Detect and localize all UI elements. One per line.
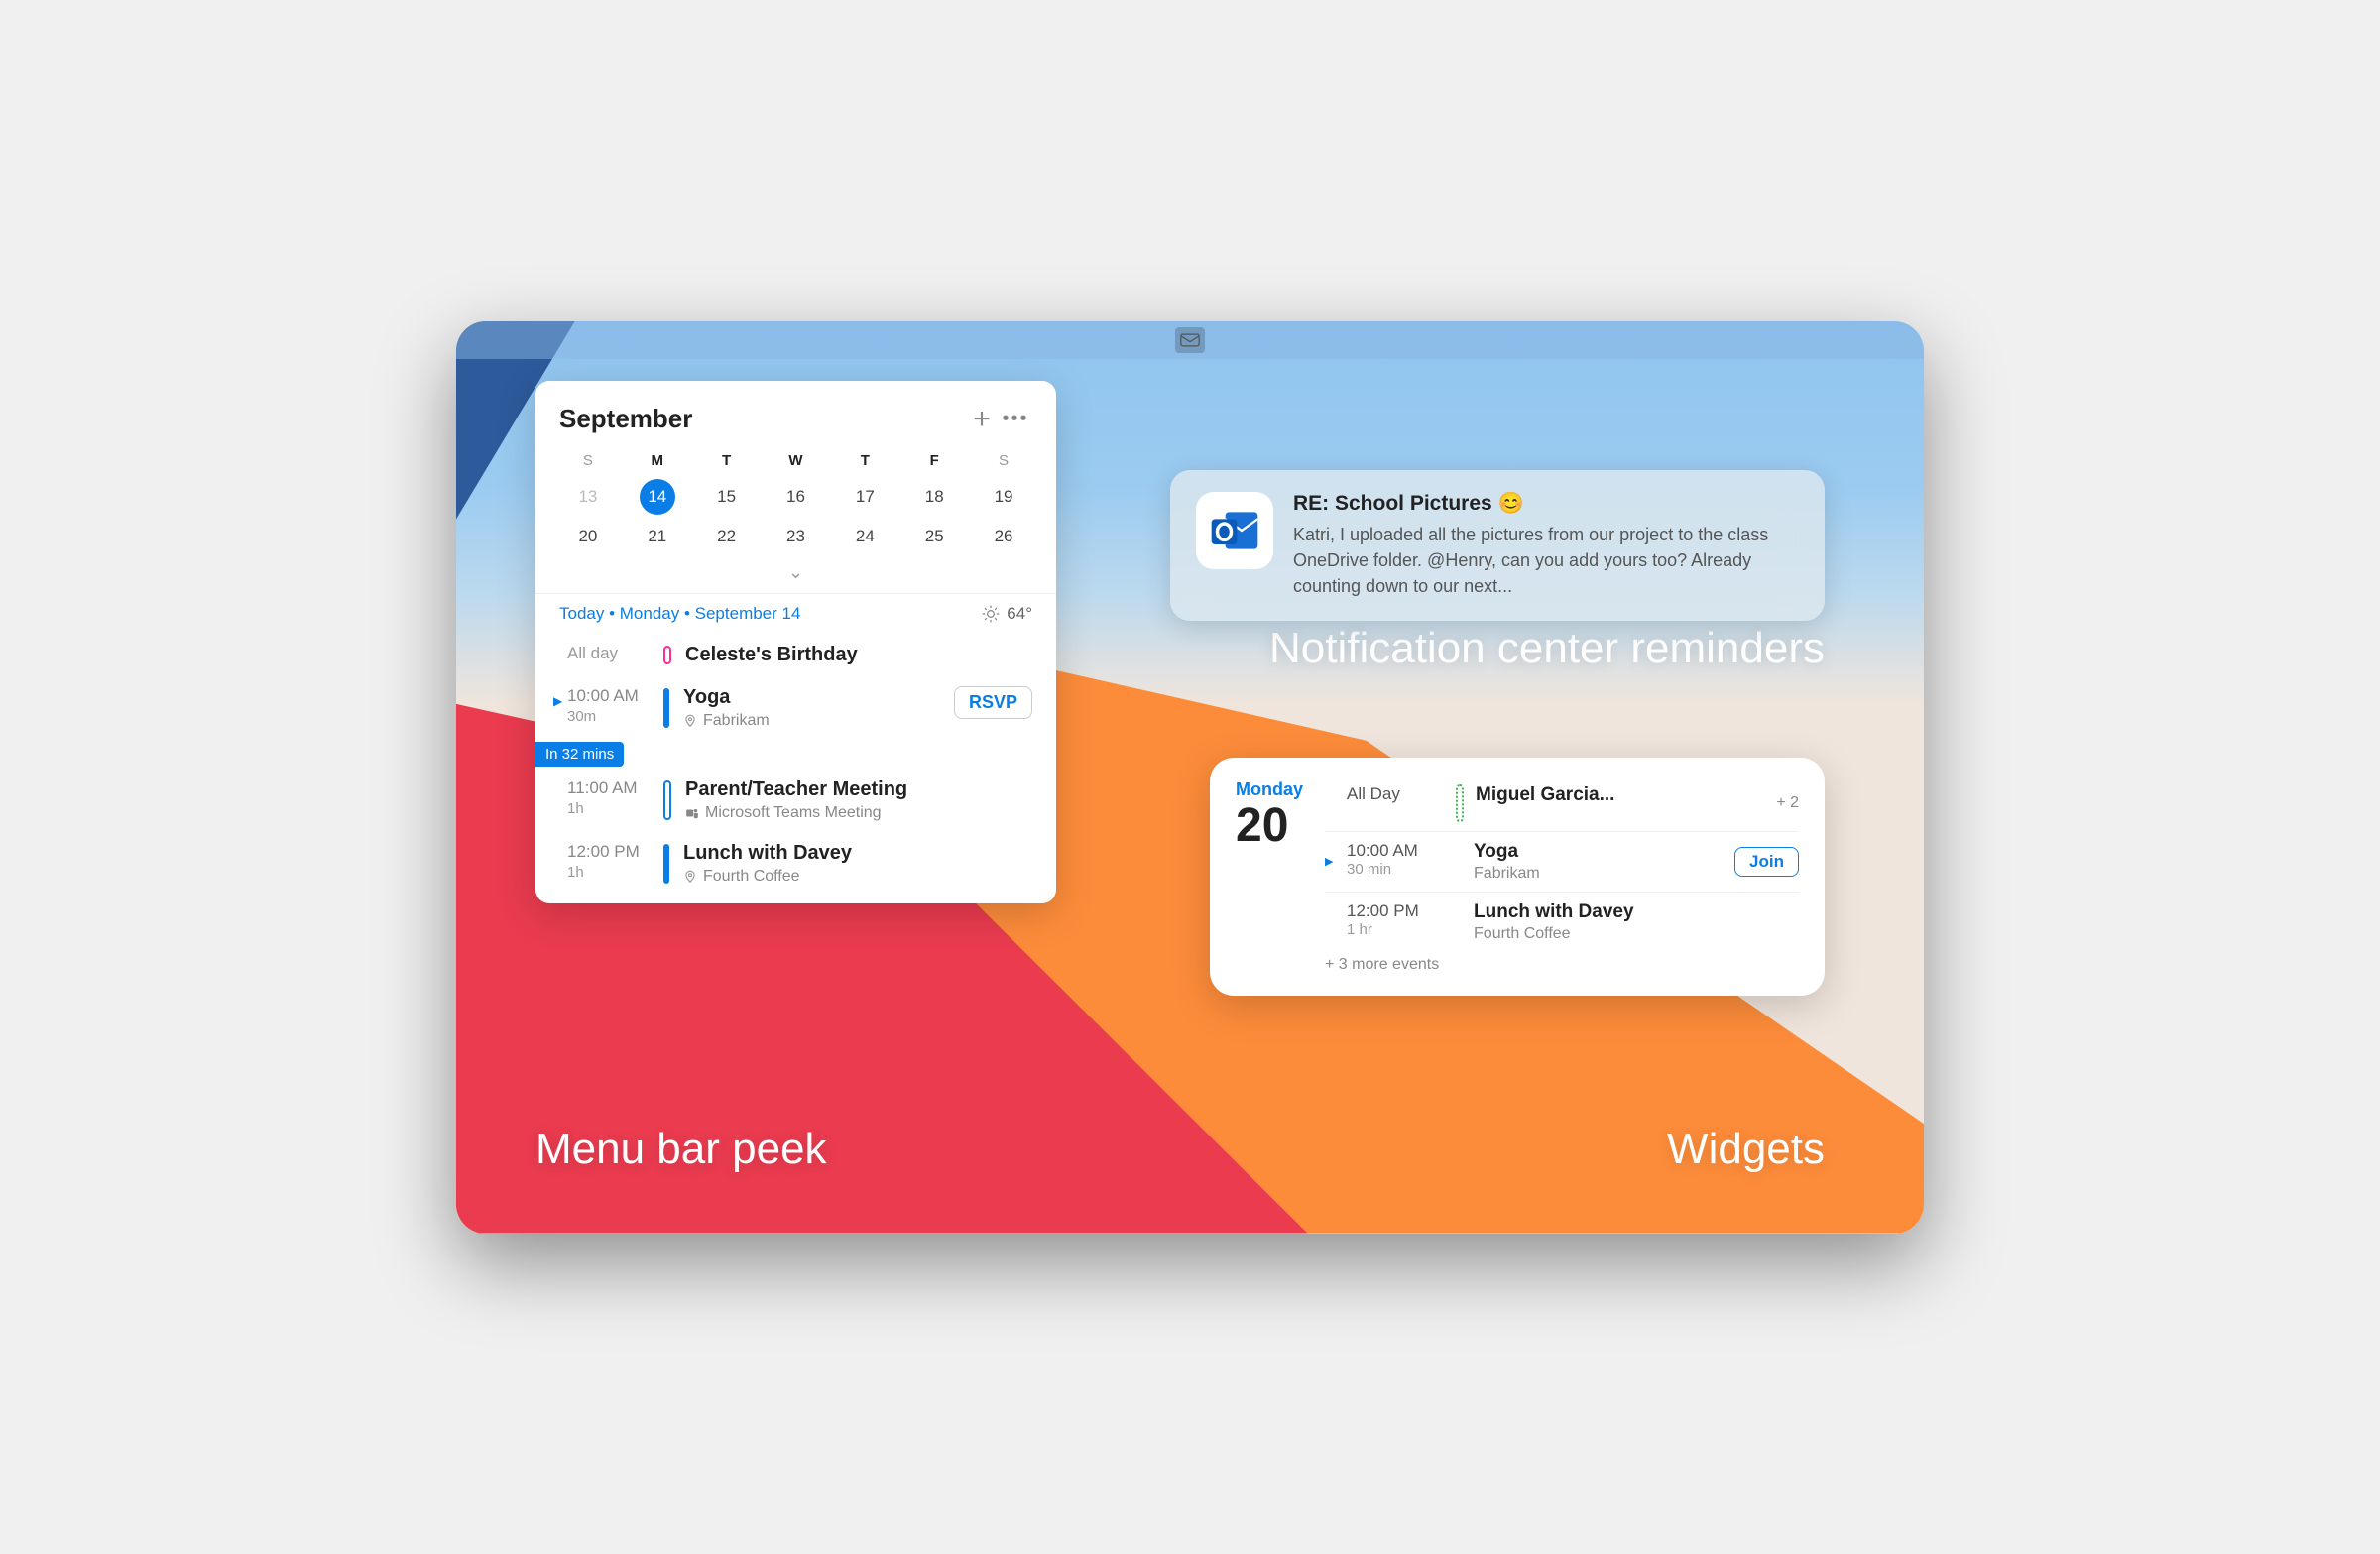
calendar-date[interactable]: 15 bbox=[692, 477, 762, 517]
calendar-date[interactable]: 13 bbox=[553, 477, 623, 517]
peek-month-title: September bbox=[559, 404, 965, 434]
notification-card[interactable]: RE: School Pictures 😊 Katri, I uploaded … bbox=[1170, 470, 1825, 621]
join-button[interactable]: Join bbox=[1734, 847, 1799, 877]
more-count: + 2 bbox=[1776, 794, 1799, 812]
calendar-date[interactable]: 19 bbox=[969, 477, 1038, 517]
more-options-button[interactable]: ••• bbox=[999, 403, 1032, 436]
outlook-app-icon bbox=[1196, 492, 1273, 569]
calendar-date[interactable]: 22 bbox=[692, 517, 762, 556]
calendar-date[interactable]: 17 bbox=[830, 477, 899, 517]
widget-event-row[interactable]: All DayMiguel Garcia...+ 2 bbox=[1325, 779, 1799, 827]
dow-label: S bbox=[969, 444, 1038, 477]
dow-label: T bbox=[692, 444, 762, 477]
calendar-date[interactable]: 16 bbox=[762, 477, 831, 517]
dow-label: S bbox=[553, 444, 623, 477]
caption-notification-center: Notification center reminders bbox=[1269, 624, 1825, 673]
calendar-date[interactable]: 14 bbox=[623, 477, 692, 517]
calendar-widget[interactable]: Monday 20 All DayMiguel Garcia...+ 2 ▶10:… bbox=[1210, 758, 1825, 996]
dow-label: W bbox=[762, 444, 831, 477]
desktop-frame: Menu bar peek Notification center remind… bbox=[456, 321, 1924, 1234]
weather-display[interactable]: 64° bbox=[981, 604, 1032, 624]
dow-label: F bbox=[899, 444, 969, 477]
outlook-menubar-icon[interactable] bbox=[1175, 327, 1205, 353]
notification-body: Katri, I uploaded all the pictures from … bbox=[1293, 522, 1799, 599]
widget-event-row[interactable]: ▶10:00 AM30 minYogaFabrikamJoin bbox=[1325, 836, 1799, 888]
dow-label: M bbox=[623, 444, 692, 477]
dow-label: T bbox=[830, 444, 899, 477]
caption-menubar-peek: Menu bar peek bbox=[536, 1125, 827, 1174]
today-date-label: Today • Monday • September 14 bbox=[559, 604, 981, 624]
calendar-date[interactable]: 25 bbox=[899, 517, 969, 556]
event-row[interactable]: 11:00 AM1hParent/Teacher MeetingMicrosof… bbox=[536, 769, 1056, 832]
rsvp-button[interactable]: RSVP bbox=[954, 686, 1032, 719]
event-row[interactable]: ▶10:00 AM30mYogaFabrikamRSVP bbox=[536, 676, 1056, 740]
event-row[interactable]: All dayCeleste's Birthday bbox=[536, 634, 1056, 676]
add-event-button[interactable]: + bbox=[965, 403, 999, 436]
caption-widgets: Widgets bbox=[1667, 1125, 1825, 1174]
time-until-badge: In 32 mins bbox=[536, 742, 624, 767]
widget-more-events[interactable]: + 3 more events bbox=[1325, 948, 1799, 974]
expand-calendar-icon[interactable]: ⌄ bbox=[553, 556, 1038, 593]
event-row[interactable]: 12:00 PM1hLunch with DaveyFourth Coffee bbox=[536, 832, 1056, 896]
notification-subject: RE: School Pictures 😊 bbox=[1293, 492, 1799, 516]
calendar-date[interactable]: 23 bbox=[762, 517, 831, 556]
widget-event-row[interactable]: 12:00 PM1 hrLunch with DaveyFourth Coffe… bbox=[1325, 897, 1799, 948]
calendar-date[interactable]: 24 bbox=[830, 517, 899, 556]
widget-day-number: 20 bbox=[1236, 802, 1303, 850]
calendar-date[interactable]: 21 bbox=[623, 517, 692, 556]
menubar bbox=[456, 321, 1924, 359]
calendar-date[interactable]: 26 bbox=[969, 517, 1038, 556]
calendar-date[interactable]: 20 bbox=[553, 517, 623, 556]
calendar-peek-card: September + ••• SMTWTFS 1314151617181920… bbox=[536, 381, 1056, 903]
widget-day-name: Monday bbox=[1236, 779, 1303, 800]
calendar-date[interactable]: 18 bbox=[899, 477, 969, 517]
mini-calendar[interactable]: SMTWTFS 1314151617181920212223242526 ⌄ bbox=[536, 444, 1056, 593]
